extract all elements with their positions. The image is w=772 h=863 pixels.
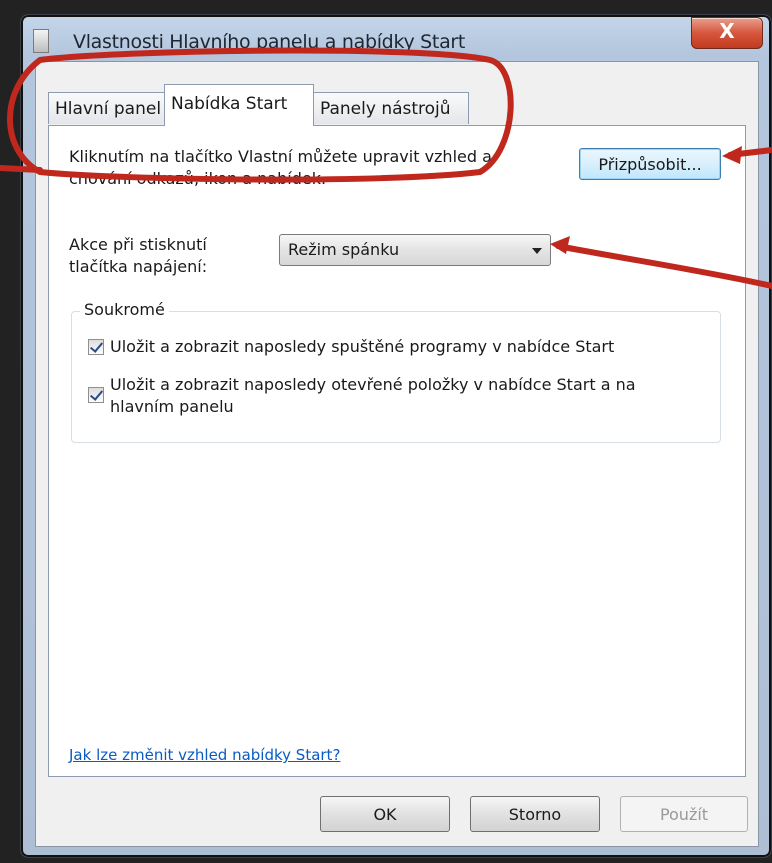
checkbox-checked-icon[interactable] (88, 339, 104, 355)
taskbar-icon (33, 29, 49, 53)
customize-description: Kliknutím na tlačítko Vlastní můžete upr… (69, 147, 492, 188)
start-menu-panel: Kliknutím na tlačítko Vlastní můžete upr… (48, 125, 746, 777)
dialog-client-area: Hlavní panel Nabídka Start Panely nástro… (35, 61, 759, 847)
tab-taskbar[interactable]: Hlavní panel (48, 92, 165, 124)
privacy-group-title: Soukromé (80, 300, 169, 319)
title-bar[interactable]: Vlastnosti Hlavního panelu a nabídky Sta… (21, 15, 771, 61)
chevron-down-icon (532, 248, 542, 254)
close-icon: X (719, 19, 735, 43)
apply-button: Použít (620, 796, 748, 832)
tab-start-menu[interactable]: Nabídka Start (164, 84, 314, 126)
tab-toolbars[interactable]: Panely nástrojů (313, 92, 469, 124)
window-title: Vlastnosti Hlavního panelu a nabídky Sta… (73, 31, 466, 53)
help-link[interactable]: Jak lze změnit vzhled nabídky Start? (69, 746, 340, 764)
checkbox-checked-icon[interactable] (88, 387, 104, 403)
power-button-label: Akce při stisknutí tlačítka napájení: (69, 235, 208, 276)
close-button[interactable]: X (691, 17, 763, 49)
power-action-value: Režim spánku (288, 240, 400, 259)
power-action-select[interactable]: Režim spánku (279, 234, 551, 266)
ok-button[interactable]: OK (320, 796, 450, 832)
cancel-button[interactable]: Storno (470, 796, 600, 832)
privacy-group: Soukromé Uložit a zobrazit naposledy spu… (71, 300, 721, 443)
checkbox-recent-items-label: Uložit a zobrazit naposledy otevřené pol… (110, 375, 636, 416)
checkbox-recent-programs-label: Uložit a zobrazit naposledy spuštěné pro… (110, 337, 615, 356)
customize-button[interactable]: Přizpůsobit... (579, 148, 721, 180)
properties-dialog: Vlastnosti Hlavního panelu a nabídky Sta… (20, 14, 772, 858)
